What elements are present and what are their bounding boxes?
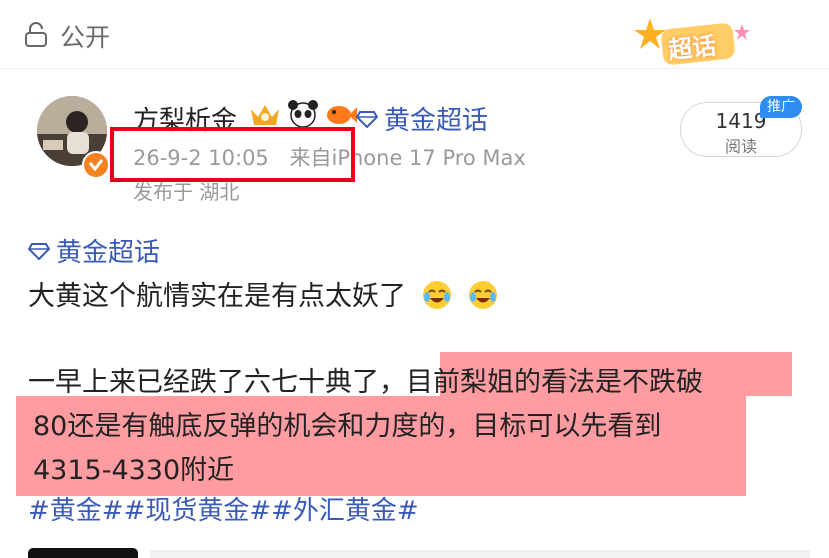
crying-laugh-emoji-icon [469,281,498,309]
post-text-content: 一早上来已经跌了六七十典了， [28,367,406,398]
post-text-line: 80还是有触底反弹的机会和力度的，目标可以先看到 [33,411,662,442]
top-bar: 公开 超话 [0,0,829,68]
panda-badge-icon [288,100,318,128]
post-text-line: 4315-4330附近 [33,455,235,486]
post-hashtags[interactable]: #黄金##现货黄金##外汇黄金# [28,490,419,527]
bottom-bar [28,548,138,558]
post-text-line: 大黄这个航情实在是有点太妖了 [28,274,499,313]
author-topic-link[interactable]: 黄金超话 [356,100,488,137]
read-label: 阅读 [724,137,757,156]
verified-icon [82,151,110,179]
visibility-label[interactable]: 公开 [60,18,110,54]
post-topic-link[interactable]: 黄金超话 [28,232,160,269]
post-text-line: 一早上来已经跌了六七十典了，目前梨姐的看法是不跌破 [28,360,703,399]
post-text-content: 大黄这个航情实在是有点太妖了 [28,281,406,312]
annotation-box [110,127,355,182]
author-badges[interactable] [248,98,358,130]
post-topic-label: 黄金超话 [56,238,161,268]
crown-badge-icon [251,105,279,125]
supertopic-badge[interactable]: 超话 [632,14,762,74]
lock-icon [25,22,47,47]
author-topic-label: 黄金超话 [384,106,489,136]
promo-tag: 推广 [760,96,802,118]
header-divider [0,68,829,69]
crying-laugh-emoji-icon [422,281,451,309]
post-text-highlighted: 目前梨姐的看法是不跌破 [406,367,703,398]
diamond-icon [356,110,378,128]
fish-badge-icon [327,106,357,124]
diamond-icon [28,242,50,260]
bottom-bar [150,550,810,558]
supertopic-badge-label: 超话 [666,31,718,65]
